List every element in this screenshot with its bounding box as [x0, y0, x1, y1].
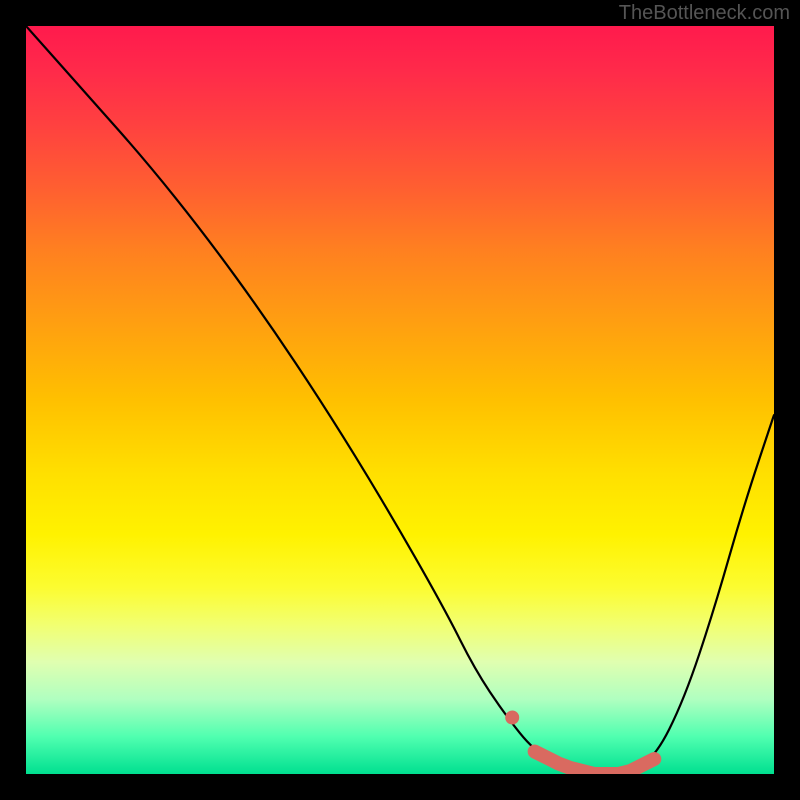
bottleneck-curve-line	[26, 26, 774, 774]
optimum-start-dot	[505, 711, 519, 725]
optimum-range-marker	[535, 752, 655, 774]
watermark-text: TheBottleneck.com	[619, 2, 790, 25]
bottleneck-chart	[26, 26, 774, 774]
